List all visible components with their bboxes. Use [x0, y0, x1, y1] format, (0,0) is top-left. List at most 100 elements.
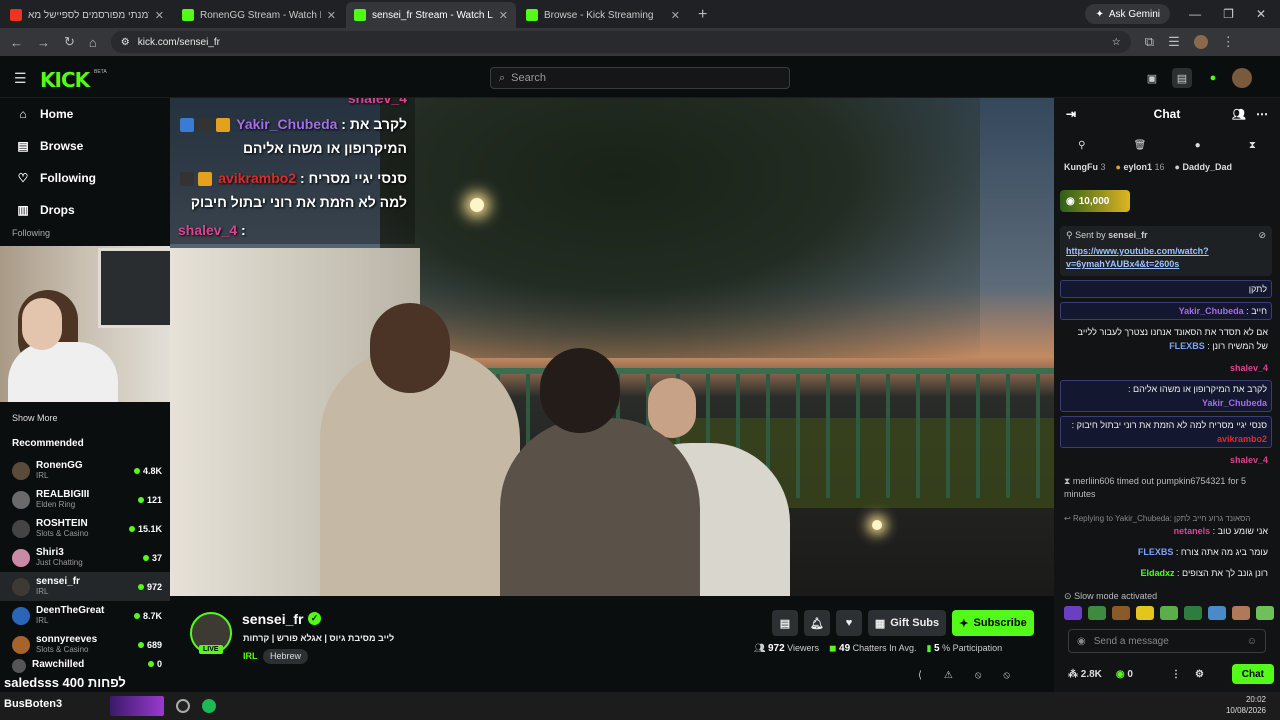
browser-tab[interactable]: RonenGG Stream - Watch Live on ✕	[174, 2, 344, 28]
system-clock[interactable]: 20:02 10/08/2026	[1226, 694, 1266, 716]
close-tab-icon[interactable]: ✕	[327, 9, 336, 22]
reload-icon[interactable]: ↻	[64, 34, 75, 50]
kicks-pill[interactable]: ◉ 10,000	[1060, 190, 1130, 212]
channel-name[interactable]: sensei_fr	[242, 611, 303, 627]
site-info-icon[interactable]: ⚙	[121, 37, 130, 48]
share-icon[interactable]: ⟨	[918, 670, 922, 681]
browser-menu-icon[interactable]: ⋮	[1222, 34, 1235, 50]
bookmark-star-icon[interactable]: ☆	[1112, 37, 1121, 48]
minimize-icon[interactable]: —	[1189, 7, 1201, 21]
gifter[interactable]: ● Daddy_Dad	[1175, 162, 1232, 178]
layout-toggle-icon[interactable]: ▤	[1172, 68, 1192, 88]
emote-icon[interactable]	[1088, 606, 1106, 620]
language-tag[interactable]: Hebrew	[263, 649, 309, 664]
emote-icon[interactable]	[1184, 606, 1202, 620]
home-browser-icon[interactable]: ⌂	[89, 35, 97, 50]
pinned-message[interactable]: ⚲ Sent by sensei_fr ⊘ https://www.youtube…	[1060, 226, 1272, 276]
close-tab-icon[interactable]: ✕	[671, 9, 680, 22]
url-bar[interactable]: ⚙ kick.com/sensei_fr ☆	[110, 31, 1131, 53]
user-avatar[interactable]	[1232, 68, 1252, 88]
ask-gemini-button[interactable]: ✦ Ask Gemini	[1085, 4, 1170, 24]
show-more-link[interactable]: Show More	[12, 413, 58, 423]
more-options-icon[interactable]: ⋮	[1171, 669, 1181, 680]
search-input[interactable]: ⌕ Search	[490, 67, 790, 89]
settings-icon[interactable]: ⚙	[1195, 669, 1204, 680]
message-username[interactable]: FLEXBS	[1138, 547, 1174, 557]
stream-category[interactable]: IRL	[243, 651, 258, 661]
gift-subs-button[interactable]: ▦ Gift Subs	[868, 610, 946, 636]
message-username[interactable]: Eldadxz	[1140, 568, 1174, 578]
trash-icon[interactable]: 🗑︎	[1134, 140, 1147, 151]
recommended-channel[interactable]: DeenTheGreat IRL 8.7K	[0, 601, 170, 630]
points-button[interactable]: ⁂ 2.8K	[1068, 669, 1102, 680]
hide-icon[interactable]: ⦸	[1003, 670, 1010, 681]
browser-tab-active[interactable]: sensei_fr Stream - Watch Li ✕	[346, 2, 516, 28]
emote-icon[interactable]	[1256, 606, 1274, 620]
extensions-icon[interactable]: ⧉	[1145, 34, 1154, 50]
mute-icon[interactable]: ⦸	[975, 670, 982, 681]
emote-icon[interactable]	[1160, 606, 1178, 620]
sidebar-item-drops[interactable]: ▥ Drops	[0, 194, 170, 226]
taskbar-thumbnail[interactable]	[110, 696, 164, 716]
recommended-channel[interactable]: ROSHTEIN Slots & Casino 15.1K	[0, 514, 170, 543]
hourglass-icon[interactable]: ⧗	[1249, 140, 1256, 151]
spotify-icon[interactable]	[202, 699, 216, 713]
back-icon[interactable]: ←	[10, 35, 23, 50]
kicks-balance[interactable]: ◉ 0	[1116, 669, 1133, 680]
hamburger-menu-icon[interactable]: ☰	[14, 70, 27, 87]
message-username[interactable]: FLEXBS	[1169, 341, 1205, 351]
chat-send-button[interactable]: Chat	[1231, 664, 1274, 684]
subscribe-button[interactable]: ✦ Subscribe	[952, 610, 1034, 636]
notifications-button[interactable]: 🔔︎	[804, 610, 830, 636]
emote-icon[interactable]	[1112, 606, 1130, 620]
browser-tab[interactable]: הזמנתי מפורסמים לספיישל מא ✕	[2, 2, 172, 28]
video-player[interactable]: shalev_4 לקרב את : Yakir_Chubeda המיקרופ…	[170, 98, 1054, 596]
report-icon[interactable]: ⚠	[944, 670, 953, 681]
message-username[interactable]: Yakir_Chubeda	[1202, 398, 1267, 408]
forward-icon[interactable]: →	[37, 35, 50, 50]
message-username[interactable]: avikrambo2	[1217, 434, 1267, 444]
pin-icon[interactable]: ⚲	[1078, 140, 1085, 151]
gifter[interactable]: KungFu 3	[1064, 162, 1106, 178]
unpin-icon[interactable]: ⊘	[1258, 230, 1266, 241]
close-tab-icon[interactable]: ✕	[499, 9, 508, 22]
clip-button[interactable]: ▤	[772, 610, 798, 636]
recommended-channel[interactable]: Shiri3 Just Chatting 37	[0, 543, 170, 572]
theater-mode-icon[interactable]: ▣	[1142, 68, 1162, 88]
emoji-icon[interactable]: ☺	[1247, 636, 1257, 647]
sidebar-item-following[interactable]: ♡ Following	[0, 162, 170, 194]
users-icon[interactable]: 👥︎	[1232, 108, 1246, 121]
follow-button[interactable]: ♥	[836, 610, 862, 636]
recommended-channel[interactable]: Rawchilled 0	[0, 659, 170, 675]
emote-icon[interactable]	[1208, 606, 1226, 620]
profile-avatar[interactable]	[1193, 35, 1208, 49]
emote-icon[interactable]	[1232, 606, 1250, 620]
kick-coin-icon[interactable]: ●	[1203, 68, 1223, 88]
new-tab-icon[interactable]: +	[698, 2, 707, 28]
recommended-channel[interactable]: REALBIGIII Elden Ring 121	[0, 485, 170, 514]
message-username[interactable]: netanels	[1174, 526, 1211, 536]
emote-icon[interactable]	[1136, 606, 1154, 620]
kick-logo[interactable]: KICK	[40, 68, 90, 92]
message-username[interactable]: shalev_4	[1230, 363, 1268, 373]
chat-menu-icon[interactable]: ⋯	[1256, 107, 1268, 121]
sidebar-item-home[interactable]: ⌂ Home	[0, 98, 170, 130]
emote-icon[interactable]	[1064, 606, 1082, 620]
close-tab-icon[interactable]: ✕	[155, 9, 164, 22]
chat-input[interactable]: ◉ Send a message ☺	[1068, 629, 1266, 653]
browser-tab[interactable]: Browse - Kick Streaming ✕	[518, 2, 688, 28]
message-icon[interactable]: ●	[1195, 140, 1201, 151]
maximize-icon[interactable]: ❐	[1223, 7, 1234, 21]
recommended-channel-selected[interactable]: sensei_fr IRL 972	[0, 572, 170, 601]
collapse-chat-icon[interactable]: ⇥	[1066, 107, 1076, 121]
message-username[interactable]: Yakir_Chubeda	[1179, 306, 1244, 316]
recommended-channel[interactable]: sonnyreeves Slots & Casino 689	[0, 630, 170, 659]
obs-icon[interactable]	[176, 699, 190, 713]
close-window-icon[interactable]: ✕	[1256, 7, 1266, 21]
message-username[interactable]: shalev_4	[1230, 455, 1268, 465]
recommended-channel[interactable]: RonenGG IRL 4.8K	[0, 456, 170, 485]
pinned-link[interactable]: https://www.youtube.com/watch?v=6ymahYAU…	[1066, 245, 1266, 271]
tab-search-icon[interactable]: ☰	[1168, 34, 1180, 50]
sidebar-item-browse[interactable]: ▤ Browse	[0, 130, 170, 162]
gifter[interactable]: ● eylon1 16	[1116, 162, 1165, 178]
